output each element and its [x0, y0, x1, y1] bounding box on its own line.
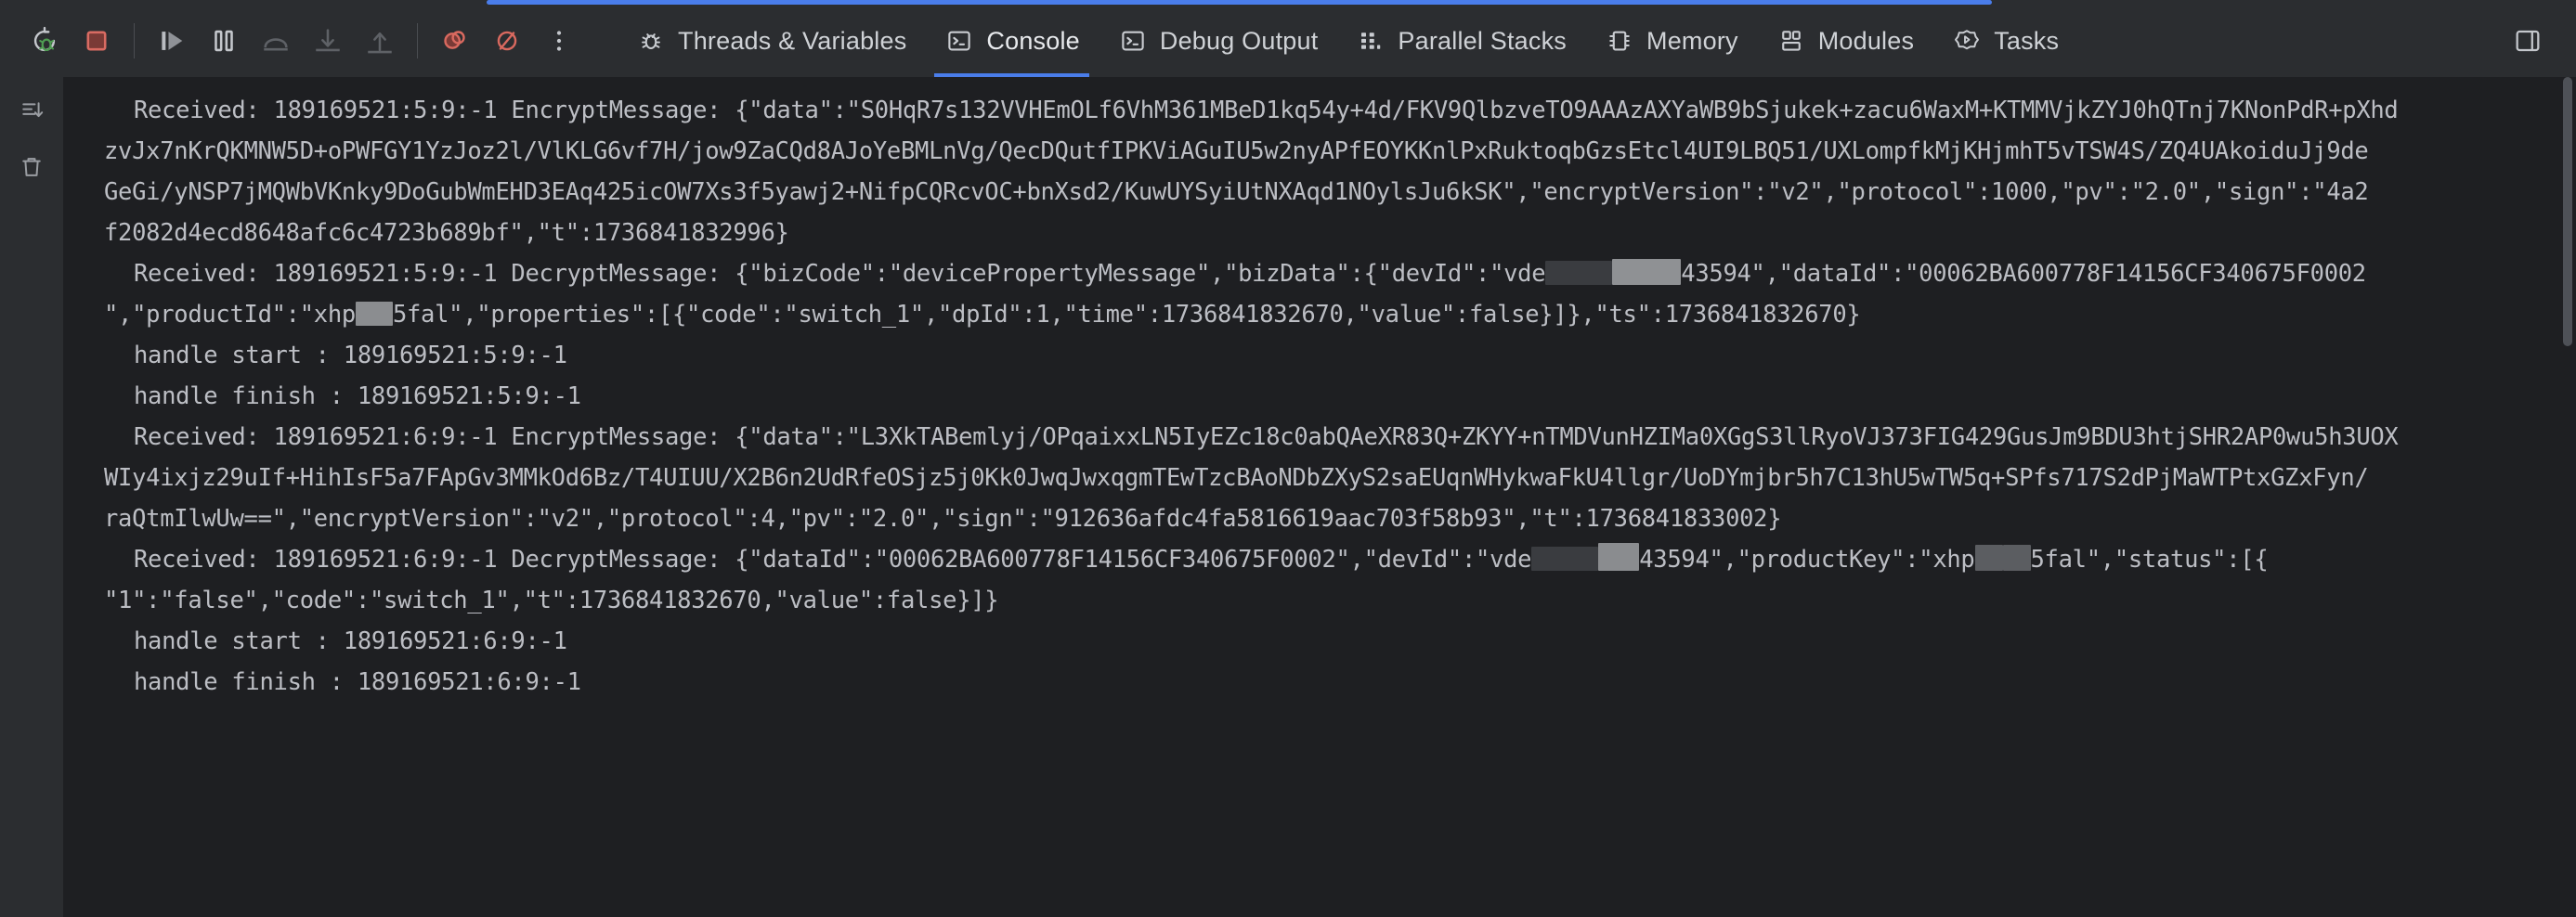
step-over-button[interactable]: [250, 15, 302, 67]
tab-label: Parallel Stacks: [1398, 26, 1567, 55]
log-text: ","productId":"xhp: [104, 301, 356, 329]
layout-settings-button[interactable]: [2502, 15, 2554, 67]
console-log-line: f2082d4ecd8648afc6c4723b689bf","t":17368…: [104, 219, 789, 247]
step-into-button[interactable]: [302, 15, 354, 67]
log-text: Received: 189169521:5:9:-1 DecryptMessag…: [134, 260, 1546, 288]
console-log-line: Received: 189169521:6:9:-1 EncryptMessag…: [134, 423, 2399, 451]
tab-console[interactable]: Console: [925, 5, 1098, 77]
console-log-line: handle finish : 189169521:6:9:-1: [134, 668, 581, 696]
tab-parallel-stacks[interactable]: Parallel Stacks: [1336, 5, 1585, 77]
tasks-icon: [1951, 25, 1983, 57]
memory-icon: [1604, 25, 1635, 57]
step-out-button[interactable]: [354, 15, 406, 67]
log-text: 43594","productKey":"xhp: [1639, 546, 1975, 574]
console-log-line: Received: 189169521:5:9:-1 DecryptMessag…: [63, 253, 2576, 294]
console-log-line: Received: 189169521:5:9:-1 EncryptMessag…: [134, 97, 2399, 124]
log-text: 5fal","properties":[{"code":"switch_1","…: [392, 301, 1861, 329]
tab-tasks[interactable]: Tasks: [1932, 5, 2077, 77]
redacted-block: [1974, 545, 2003, 571]
resume-button[interactable]: [146, 15, 198, 67]
console-log-line: handle finish : 189169521:5:9:-1: [134, 382, 581, 410]
toolbar-divider-2: [417, 23, 418, 58]
vertical-scrollbar[interactable]: [2559, 77, 2576, 917]
console-log-line: GeGi/yNSP7jMQWbVKnky9DoGubWmEHD3EAq425ic…: [104, 178, 2369, 206]
console-icon: [943, 25, 975, 57]
parallel-stacks-icon: [1355, 25, 1386, 57]
pause-button[interactable]: [198, 15, 250, 67]
console-icon: [1117, 25, 1149, 57]
console-log-line: WIy4ixjz29uIf+HihIsF5a7FApGv3MMkOd6Bz/T4…: [104, 464, 2369, 492]
scrollbar-thumb[interactable]: [2563, 77, 2572, 346]
redacted-block: [1545, 261, 1613, 285]
toolbar-divider-1: [134, 23, 135, 58]
more-options-button[interactable]: [533, 15, 585, 67]
tab-label: Modules: [1817, 26, 1915, 55]
console-log-line: "1":"false","code":"switch_1","t":173684…: [104, 587, 999, 614]
debug-tab-bar: Threads & Variables Console Debug Output…: [617, 5, 2077, 77]
view-breakpoints-button[interactable]: [429, 15, 481, 67]
tab-modules[interactable]: Modules: [1757, 5, 1932, 77]
rerun-debug-button[interactable]: [19, 15, 71, 67]
redacted-block: [1598, 543, 1640, 571]
log-text: Received: 189169521:6:9:-1 DecryptMessag…: [134, 546, 1532, 574]
bug-icon: [635, 25, 667, 57]
debug-toolbar: Threads & Variables Console Debug Output…: [0, 5, 2576, 77]
tab-label: Memory: [1646, 26, 1738, 55]
console-gutter-toolbar: [0, 77, 63, 917]
redacted-block: [1612, 259, 1682, 285]
console-log-line: Received: 189169521:6:9:-1 DecryptMessag…: [63, 539, 2576, 580]
mute-breakpoints-button[interactable]: [481, 15, 533, 67]
tab-memory[interactable]: Memory: [1585, 5, 1757, 77]
console-log-line: raQtmIlwUw==","encryptVersion":"v2","pro…: [104, 505, 1782, 533]
clear-all-button[interactable]: [10, 146, 53, 188]
log-text: 5fal","status":[{: [2030, 546, 2269, 574]
tab-label: Tasks: [1994, 26, 2060, 55]
console-log-line: handle start : 189169521:5:9:-1: [134, 342, 567, 369]
toolbar-right-group: [2502, 15, 2554, 67]
console-output-panel[interactable]: Received: 189169521:5:9:-1 EncryptMessag…: [63, 77, 2576, 917]
stop-button[interactable]: [71, 15, 123, 67]
redacted-block: [355, 302, 393, 326]
console-log-line: zvJx7nKrQKMNW5D+oPWFGY1YzJoz2l/VlKLG6vf7…: [104, 137, 2369, 165]
tab-label: Threads & Variables: [678, 26, 907, 55]
modules-icon: [1776, 25, 1807, 57]
redacted-block: [1531, 547, 1599, 571]
tab-label: Console: [986, 26, 1080, 55]
console-log-list: Received: 189169521:5:9:-1 EncryptMessag…: [63, 90, 2576, 703]
debug-main-area: Received: 189169521:5:9:-1 EncryptMessag…: [0, 77, 2576, 917]
log-text: 43594","dataId":"00062BA600778F14156CF34…: [1681, 260, 2366, 288]
console-log-line: ","productId":"xhp 5fal","properties":[{"…: [63, 294, 2576, 335]
scroll-to-end-button[interactable]: [10, 90, 53, 133]
console-log-line: handle start : 189169521:6:9:-1: [134, 627, 567, 655]
redacted-block: [2002, 545, 2031, 571]
tab-debug-output[interactable]: Debug Output: [1099, 5, 1337, 77]
tab-label: Debug Output: [1159, 26, 1319, 55]
tab-threads-and-variables[interactable]: Threads & Variables: [617, 5, 925, 77]
